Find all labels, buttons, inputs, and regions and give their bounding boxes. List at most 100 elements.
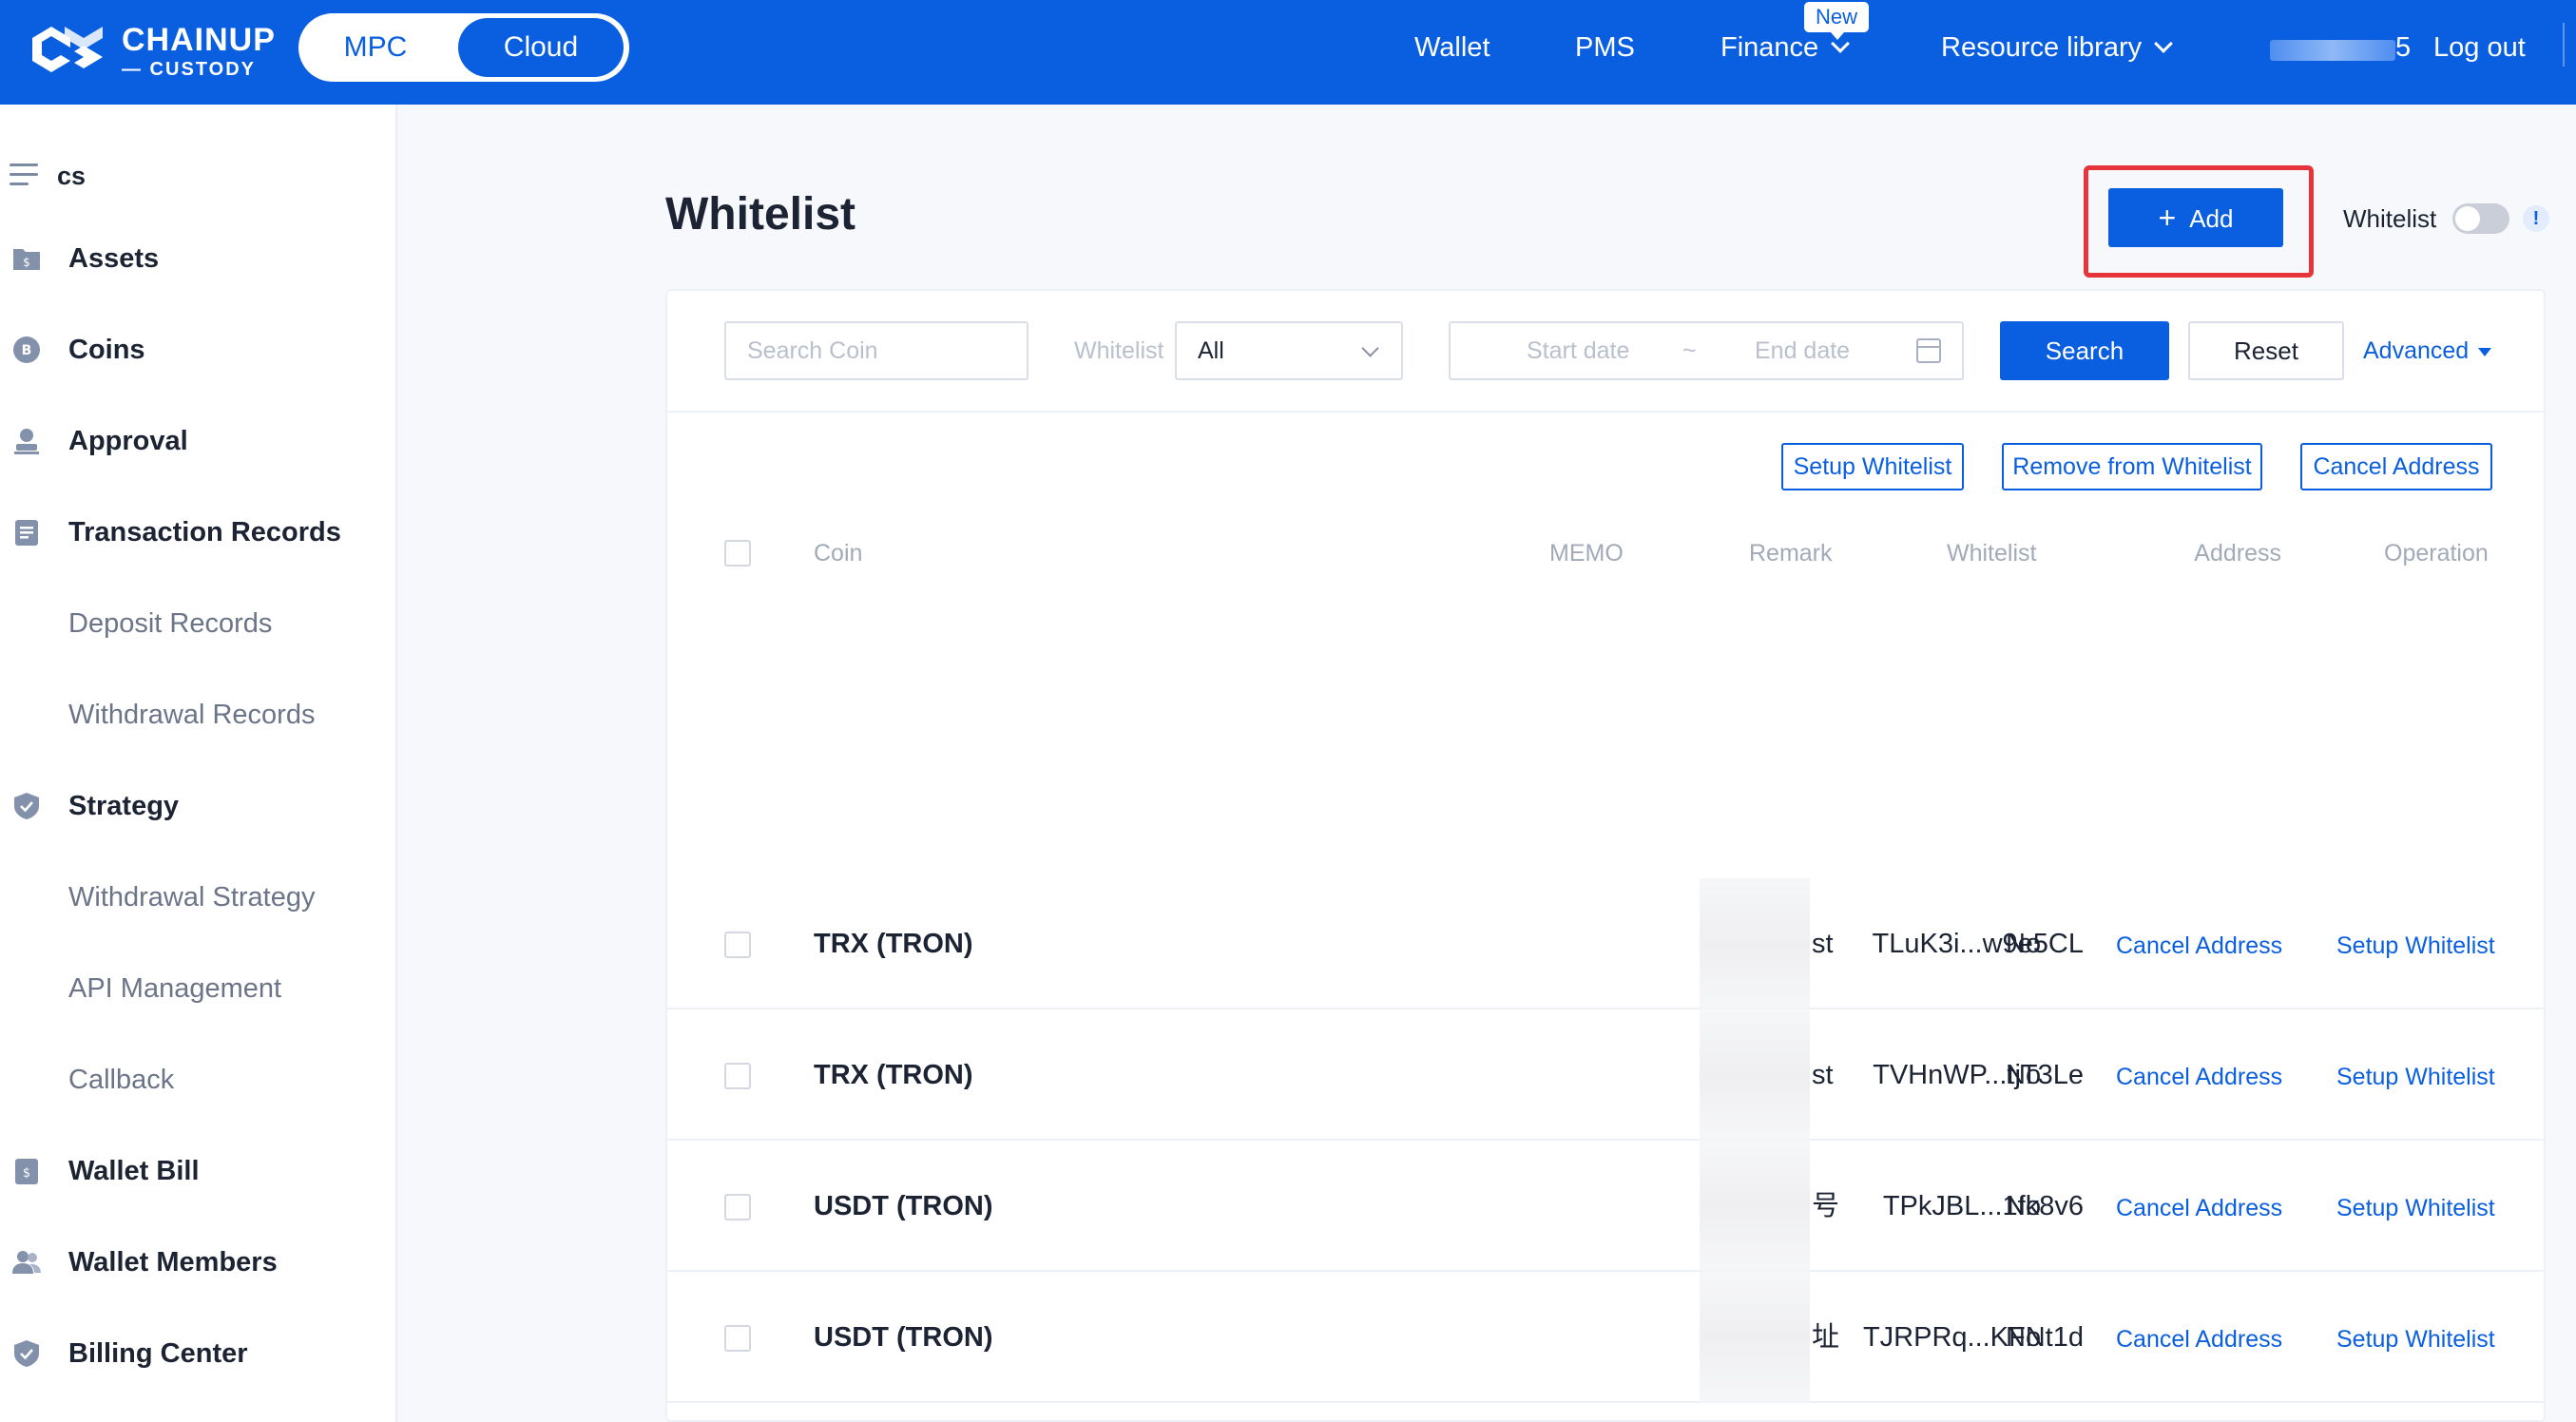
row-checkbox[interactable] [724,1194,751,1220]
document-list-icon [15,520,38,546]
nav-pms[interactable]: PMS [1575,29,1635,67]
chainup-logo[interactable]: CHAINUP — CUSTODY [25,19,275,82]
add-button[interactable]: + Add [2108,188,2283,247]
svg-text:$: $ [23,1166,30,1181]
row-cancel-address-link[interactable]: Cancel Address [2116,1322,2282,1356]
row-setup-whitelist-link[interactable]: Setup Whitelist [2336,1191,2495,1225]
svg-text:B: B [22,343,32,358]
sidebar-item-strategy[interactable]: Strategy [0,778,395,835]
cell-remark: st [1812,929,1834,959]
end-date-input[interactable]: End date [1755,323,1850,378]
cell-coin: TRX (TRON) [814,929,973,959]
select-all-checkbox[interactable] [724,540,751,567]
page-title: Whitelist [665,189,855,240]
cell-whitelist-status: No [2006,1322,2042,1353]
sidebar-item-withdrawal-strategy[interactable]: Withdrawal Strategy [0,869,395,926]
nav-wallet[interactable]: Wallet [1414,29,1490,67]
table-row: TRX (TRON) TLuK3i...w9e5CL st No Cancel … [667,878,2544,1009]
logout-link[interactable]: Log out [2433,29,2526,67]
bill-icon: $ [15,1159,38,1184]
whitelist-filter-select[interactable]: All [1175,321,1403,380]
row-setup-whitelist-link[interactable]: Setup Whitelist [2336,1322,2495,1356]
mode-option-mpc[interactable]: MPC [304,18,447,77]
cell-whitelist-status: No [2006,1060,2042,1090]
cell-address: TJRPRq...KFNt1d [1862,1322,2084,1353]
sidebar-item-coins[interactable]: B Coins [0,321,395,378]
nav-resource-library[interactable]: Resource library [1941,29,2174,67]
row-cancel-address-link[interactable]: Cancel Address [2116,929,2282,963]
cell-remark: 号 [1812,1191,1840,1221]
whitelist-toggle-switch[interactable] [2452,203,2509,234]
row-checkbox[interactable] [724,932,751,958]
cell-address: TVHnWP...tjT3Le [1873,1060,2084,1090]
remove-from-whitelist-button[interactable]: Remove from Whitelist [2002,443,2262,490]
remark-redaction [1700,1141,1810,1272]
cell-remark: 址 [1812,1322,1840,1353]
sidebar-item-wallet-members[interactable]: Wallet Members [0,1234,395,1291]
brand-name: CHAINUP [122,22,276,58]
sidebar-item-label: Callback [68,1065,175,1095]
users-icon [12,1251,41,1274]
folder-dollar-icon: $ [13,249,40,270]
search-button[interactable]: Search [2000,321,2169,380]
advanced-filter-label: Advanced [2363,337,2470,364]
remark-redaction [1700,1009,1810,1141]
menu-collapse-icon[interactable] [10,163,38,186]
sidebar-item-label: Transaction Records [68,517,341,548]
sidebar-item-api-management[interactable]: API Management [0,960,395,1017]
user-stamp-icon [14,429,39,454]
calendar-icon [1916,338,1941,363]
row-setup-whitelist-link[interactable]: Setup Whitelist [2336,1060,2495,1094]
nav-finance[interactable]: Finance [1721,29,1851,67]
row-setup-whitelist-link[interactable]: Setup Whitelist [2336,929,2495,963]
info-icon[interactable]: ! [2523,205,2549,232]
whitelist-toggle-label: Whitelist [2343,204,2437,233]
shield-check-icon [14,1340,39,1367]
column-header-memo: MEMO [1549,540,1624,567]
cell-coin: USDT (TRON) [814,1322,993,1353]
header-divider [2563,23,2565,67]
whitelist-card: Search Coin Whitelist All Start date ~ E… [665,289,2546,1422]
sidebar-item-wallet-bill[interactable]: $ Wallet Bill [0,1143,395,1200]
start-date-input[interactable]: Start date [1527,323,1629,378]
cell-whitelist-status: No [2006,1191,2042,1221]
coin-icon: B [13,336,40,363]
filter-bar: Search Coin Whitelist All Start date ~ E… [667,291,2544,413]
nav-finance-label: Finance [1721,32,1819,63]
sidebar-item-assets[interactable]: $ Assets [0,230,395,287]
whitelist-filter-value: All [1198,337,1224,364]
workspace-name: cs [57,162,87,190]
cell-whitelist-status: No [2006,929,2042,959]
whitelist-filter-label: Whitelist [1074,337,1164,364]
sidebar-item-transaction-records[interactable]: Transaction Records [0,504,395,561]
add-button-label: Add [2189,204,2234,233]
row-checkbox[interactable] [724,1325,751,1352]
search-coin-input[interactable]: Search Coin [724,321,1028,380]
sidebar-item-deposit-records[interactable]: Deposit Records [0,595,395,652]
sidebar-item-label: Wallet Bill [68,1156,200,1186]
cell-remark: st [1812,1060,1834,1090]
column-header-whitelist: Whitelist [1947,540,2037,567]
sidebar-item-callback[interactable]: Callback [0,1051,395,1108]
reset-button[interactable]: Reset [2188,321,2344,380]
cell-address: TLuK3i...w9e5CL [1872,929,2084,959]
switch-knob [2455,206,2480,231]
date-range-picker[interactable]: Start date ~ End date [1449,321,1964,380]
sidebar-item-billing-center[interactable]: Billing Center [0,1325,395,1382]
nav-resource-library-label: Resource library [1941,32,2143,63]
sidebar-item-label: Approval [68,426,188,456]
new-badge: New [1804,2,1869,40]
table-row: TRX (TRON) TVHnWP...tjT3Le st No Cancel … [667,1009,2544,1141]
sidebar-item-label: Withdrawal Strategy [68,882,316,913]
sidebar-item-approval[interactable]: Approval [0,413,395,470]
row-cancel-address-link[interactable]: Cancel Address [2116,1060,2282,1094]
cancel-address-button[interactable]: Cancel Address [2300,443,2492,490]
cell-coin: TRX (TRON) [814,1060,973,1090]
row-checkbox[interactable] [724,1063,751,1089]
username-redacted [2270,40,2395,61]
mode-option-cloud[interactable]: Cloud [458,18,624,77]
row-cancel-address-link[interactable]: Cancel Address [2116,1191,2282,1225]
advanced-filter-toggle[interactable]: Advanced [2363,321,2492,380]
sidebar-item-withdrawal-records[interactable]: Withdrawal Records [0,686,395,743]
setup-whitelist-button[interactable]: Setup Whitelist [1781,443,1964,490]
